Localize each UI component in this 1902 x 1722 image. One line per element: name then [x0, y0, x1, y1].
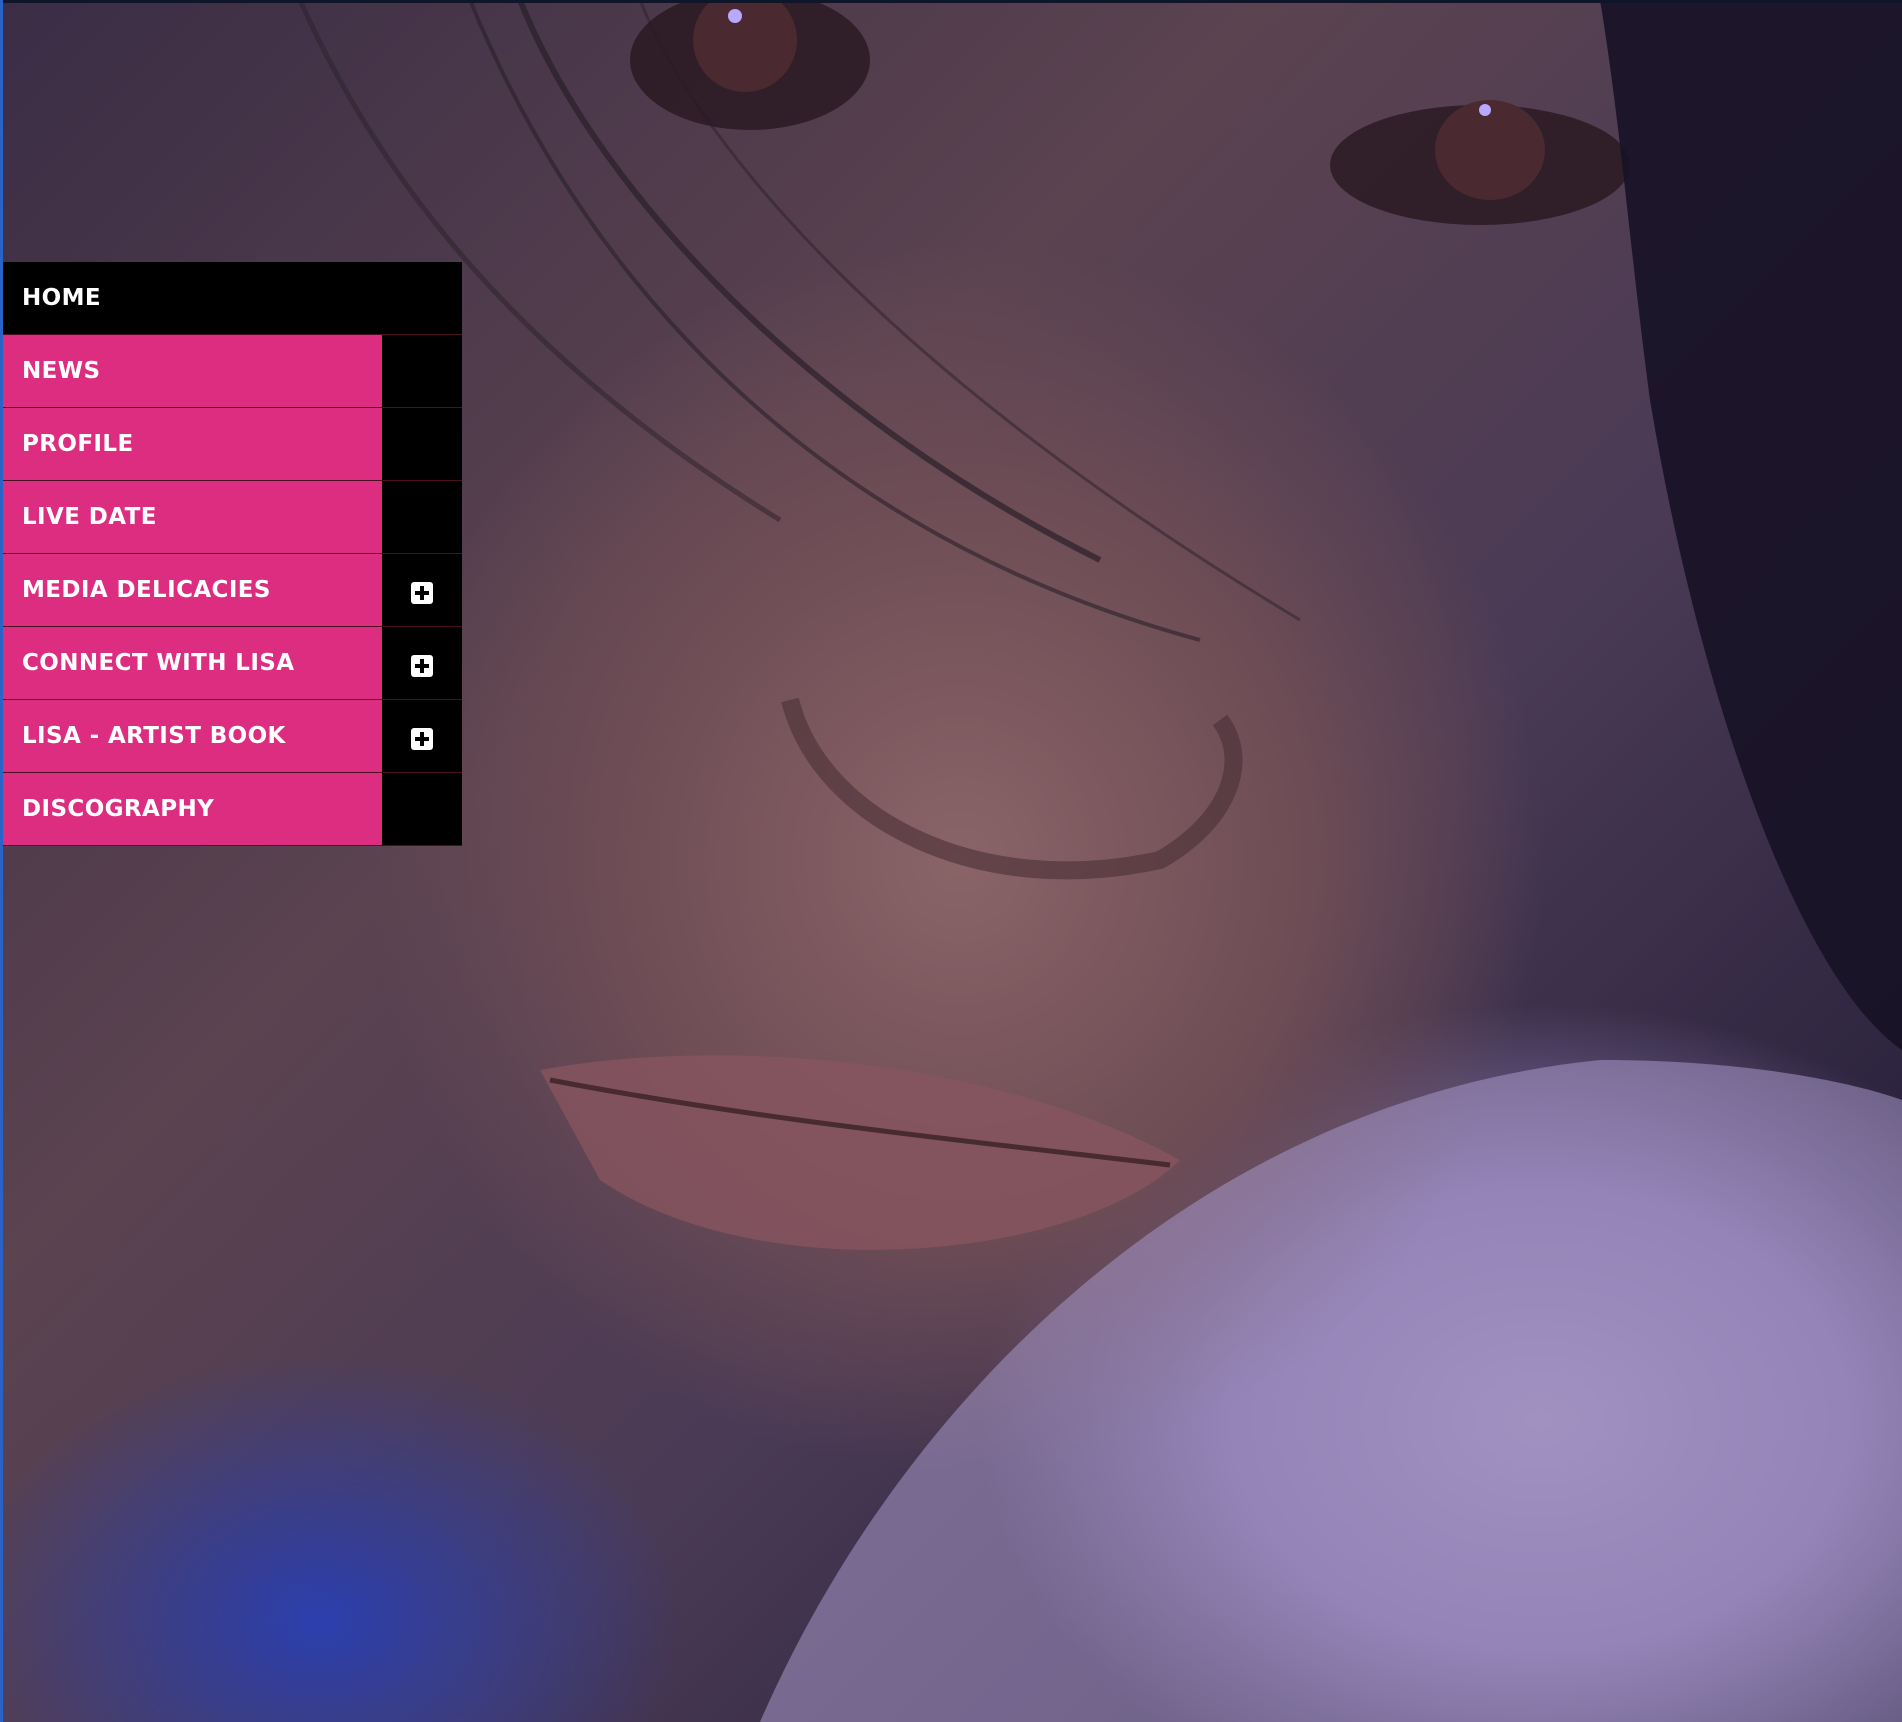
nav-item-lisa-artist-book[interactable]: LISA - ARTIST BOOK — [3, 700, 462, 773]
nav-item-label: CONNECT WITH LISA — [3, 627, 382, 699]
nav-item-label: DISCOGRAPHY — [3, 773, 382, 845]
nav-item-home[interactable]: HOME — [3, 262, 462, 335]
nav-item-profile[interactable]: PROFILE — [3, 408, 462, 481]
expand-submenu-button[interactable] — [382, 554, 462, 626]
nav-item-discography[interactable]: DISCOGRAPHY — [3, 773, 462, 846]
nav-item-label: HOME — [3, 262, 462, 334]
nav-item-news[interactable]: NEWS — [3, 335, 462, 408]
expand-submenu-button[interactable] — [382, 627, 462, 699]
plus-icon — [411, 582, 433, 604]
main-navigation: HOME NEWS PROFILE LIVE DATE MEDIA DELICA… — [3, 262, 462, 846]
nav-item-live-date[interactable]: LIVE DATE — [3, 481, 462, 554]
top-border — [0, 0, 1902, 3]
hero-background-image — [0, 0, 1902, 1722]
expand-submenu-button[interactable] — [382, 700, 462, 772]
nav-item-media-delicacies[interactable]: MEDIA DELICACIES — [3, 554, 462, 627]
nav-item-label: LISA - ARTIST BOOK — [3, 700, 382, 772]
nav-toggle-empty — [382, 481, 462, 553]
nav-toggle-empty — [382, 773, 462, 845]
nav-item-connect-with-lisa[interactable]: CONNECT WITH LISA — [3, 627, 462, 700]
nav-item-label: LIVE DATE — [3, 481, 382, 553]
plus-icon — [411, 655, 433, 677]
nav-toggle-empty — [382, 408, 462, 480]
nav-item-label: PROFILE — [3, 408, 382, 480]
nav-item-label: MEDIA DELICACIES — [3, 554, 382, 626]
nav-toggle-empty — [382, 335, 462, 407]
plus-icon — [411, 728, 433, 750]
nav-item-label: NEWS — [3, 335, 382, 407]
left-border — [0, 0, 3, 1722]
